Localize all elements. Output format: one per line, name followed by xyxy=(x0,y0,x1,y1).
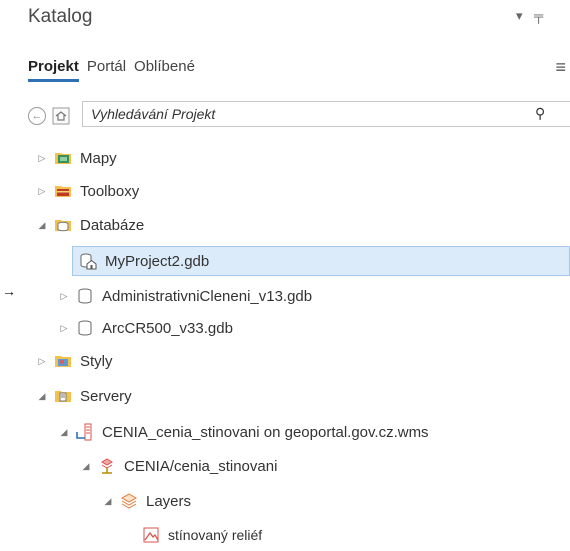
expand-collapsed-icon[interactable]: ▷ xyxy=(58,323,70,334)
tree-item-arccr500-gdb[interactable]: ▷ ArcCR500_v33.gdb xyxy=(58,313,233,343)
catalog-tabs: Projekt Portál Oblíbené xyxy=(28,58,203,82)
tab-oblibene[interactable]: Oblíbené xyxy=(134,58,195,75)
tree-item-cenia-service[interactable]: ◢ CENIA/cenia_stinovani xyxy=(80,451,278,481)
tree-item-layers[interactable]: ◢ Layers xyxy=(102,486,192,516)
expand-expanded-icon[interactable]: ◢ xyxy=(36,220,48,231)
wms-server-icon xyxy=(76,423,94,441)
styles-folder-icon xyxy=(54,352,72,370)
raster-layer-icon xyxy=(142,526,160,544)
tree-item-label: Servery xyxy=(80,387,132,405)
pin-icon[interactable]: ╤ xyxy=(534,8,543,23)
hamburger-menu-icon[interactable]: ≡ xyxy=(555,57,566,78)
expand-collapsed-icon[interactable]: ▷ xyxy=(36,153,48,164)
tree-item-label: Toolboxy xyxy=(80,182,140,200)
tree-item-toolboxy[interactable]: ▷ Toolboxy xyxy=(36,176,140,206)
expand-expanded-icon[interactable]: ◢ xyxy=(36,391,48,402)
tree-item-mapy[interactable]: ▷ Mapy xyxy=(36,143,117,173)
layers-icon xyxy=(120,492,138,510)
tree-item-label: Styly xyxy=(80,352,113,370)
tab-portal[interactable]: Portál xyxy=(87,58,126,75)
tree-item-myproject2-gdb[interactable]: MyProject2.gdb xyxy=(72,246,570,276)
pane-options-dropdown[interactable]: ▾ xyxy=(516,8,523,24)
tree-item-databaze[interactable]: ◢ Databáze xyxy=(36,210,145,240)
expand-collapsed-icon[interactable]: ▷ xyxy=(58,291,70,302)
pane-title: Katalog xyxy=(28,6,93,27)
geodatabase-icon xyxy=(76,319,94,337)
tree-item-label: stínovaný reliéf xyxy=(168,527,263,543)
catalog-pane: Katalog ▾ ╤ Projekt Portál Oblíbené ≡ ← … xyxy=(0,0,570,551)
tree-item-administrativnicleneni-gdb[interactable]: ▷ AdministrativniCleneni_v13.gdb xyxy=(58,281,313,311)
expand-collapsed-icon[interactable]: ▷ xyxy=(36,356,48,367)
servers-folder-icon xyxy=(54,387,72,405)
tree-item-label: ArcCR500_v33.gdb xyxy=(102,319,233,337)
tree-item-label: Mapy xyxy=(80,149,117,167)
search-box: ⚲ xyxy=(82,101,570,127)
back-icon[interactable]: ← xyxy=(28,107,46,125)
service-icon xyxy=(98,457,116,475)
geodatabase-icon xyxy=(76,287,94,305)
expand-expanded-icon[interactable]: ◢ xyxy=(80,461,92,472)
tree-item-cenia-wms-server[interactable]: ◢ CENIA_cenia_stinovani on geoportal.gov… xyxy=(58,417,429,447)
expand-expanded-icon[interactable]: ◢ xyxy=(102,496,114,507)
pointer-arrow-icon: → xyxy=(2,283,16,299)
home-geodatabase-icon xyxy=(79,252,97,270)
tree-item-label: Databáze xyxy=(80,216,145,234)
expand-expanded-icon[interactable]: ◢ xyxy=(58,427,70,438)
tab-projekt[interactable]: Projekt xyxy=(28,58,79,82)
search-input[interactable] xyxy=(91,105,511,123)
tree-item-label: Layers xyxy=(146,492,192,510)
tree-item-label: MyProject2.gdb xyxy=(105,252,210,270)
tree-item-label: CENIA/cenia_stinovani xyxy=(124,457,278,475)
database-folder-icon xyxy=(54,216,72,234)
tree-item-styly[interactable]: ▷ Styly xyxy=(36,346,113,376)
tree-item-label: CENIA_cenia_stinovani on geoportal.gov.c… xyxy=(102,423,429,441)
maps-folder-icon xyxy=(54,149,72,167)
expand-collapsed-icon[interactable]: ▷ xyxy=(36,186,48,197)
tree-item-stinovany-relief[interactable]: stínovaný reliéf xyxy=(142,520,262,550)
toolbox-folder-icon xyxy=(54,182,72,200)
project-home-icon[interactable] xyxy=(52,107,70,125)
search-icon[interactable]: ⚲ xyxy=(535,105,545,122)
tree-item-label: AdministrativniCleneni_v13.gdb xyxy=(102,287,313,305)
tree-item-servery[interactable]: ◢ Servery xyxy=(36,381,132,411)
